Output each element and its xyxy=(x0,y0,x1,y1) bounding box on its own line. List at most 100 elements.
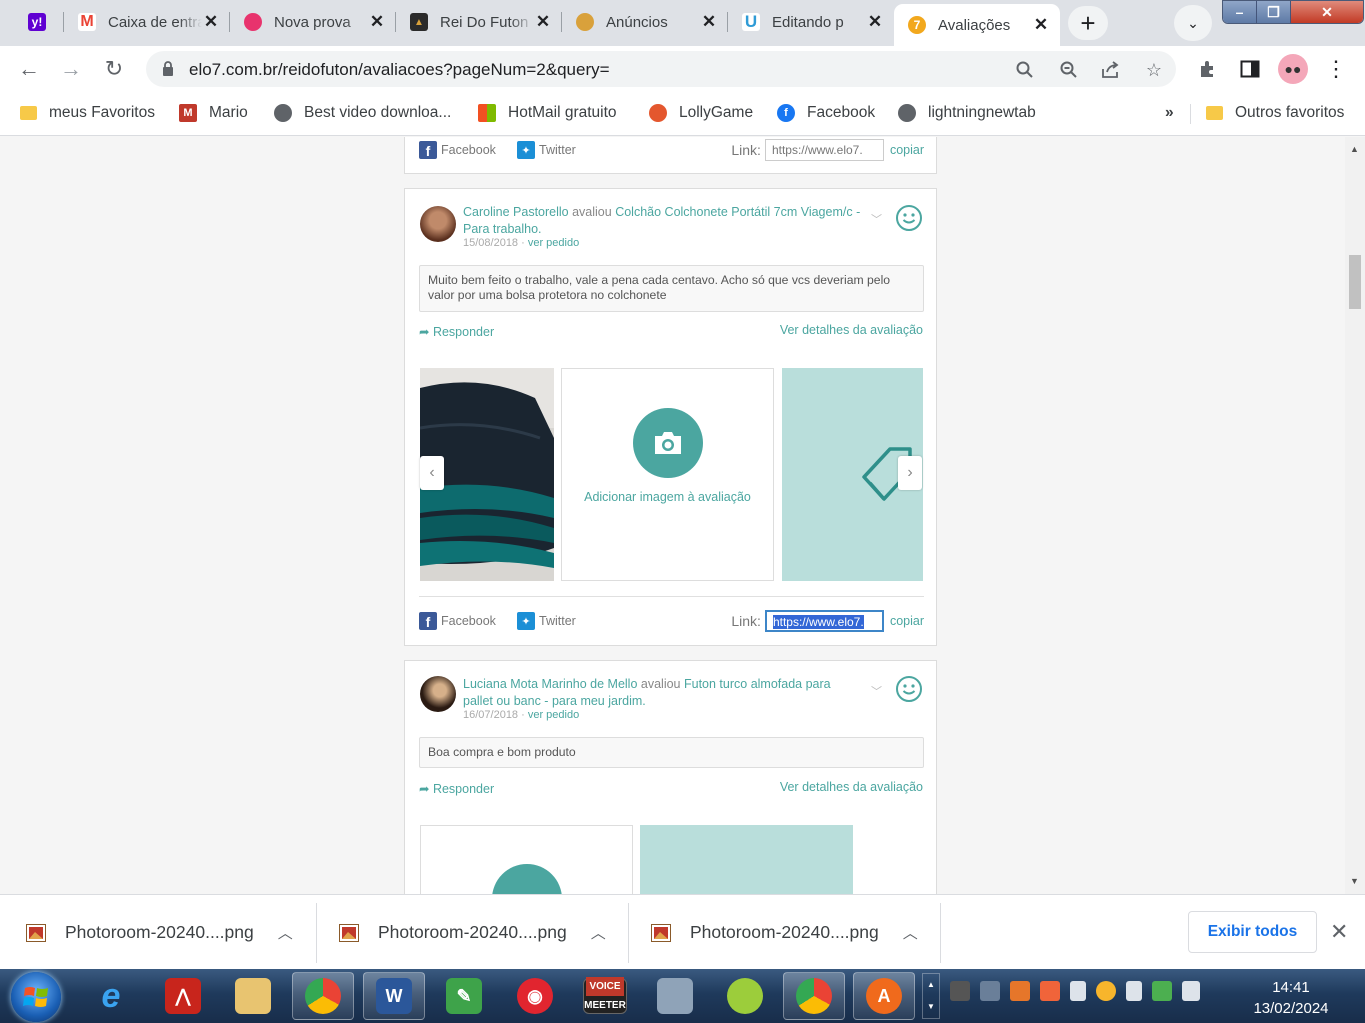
taskbar-voicemeeter[interactable]: VOICE MEETER xyxy=(574,972,636,1020)
extensions-icon[interactable] xyxy=(1193,54,1223,84)
bookmark-outros-favoritos[interactable]: Outros favoritos xyxy=(1206,102,1344,124)
download-item[interactable]: Photoroom-20240....png ︿ xyxy=(651,895,918,970)
reply-button[interactable]: ➦ Responder xyxy=(419,324,494,340)
taskbar-clock[interactable]: 14:41 13/02/2024 xyxy=(1244,977,1338,1019)
zoom-icon[interactable] xyxy=(1056,57,1082,83)
page-scrollbar[interactable]: ▲ ▼ xyxy=(1345,137,1365,894)
taskbar-chrome[interactable] xyxy=(292,972,354,1020)
taskbar-scroll-button[interactable]: ▲ ▼ xyxy=(922,973,940,1019)
reviewer-name[interactable]: Luciana Mota Marinho de Mello xyxy=(463,677,637,691)
close-tab-icon[interactable]: ✕ xyxy=(866,12,884,32)
chevron-down-icon[interactable]: ﹀ xyxy=(871,211,882,227)
tab-nova-prova[interactable]: Nova prova ✕ xyxy=(230,4,396,40)
chevron-down-icon[interactable]: ﹀ xyxy=(871,683,882,699)
tray-volume-icon[interactable] xyxy=(1182,981,1200,1001)
taskbar-acrobat[interactable]: ⋀ xyxy=(152,972,214,1020)
copy-link-button[interactable]: copiar xyxy=(890,614,924,628)
tray-flag-icon[interactable] xyxy=(1126,981,1142,1001)
taskbar-chrome-profile[interactable] xyxy=(783,972,845,1020)
minimize-button[interactable]: – xyxy=(1223,1,1257,23)
tray-network-icon[interactable] xyxy=(980,981,1000,1001)
close-window-button[interactable]: ✕ xyxy=(1291,1,1363,23)
maximize-button[interactable]: ❐ xyxy=(1257,1,1291,23)
bookmark-facebook[interactable]: f Facebook xyxy=(777,102,875,124)
side-panel-icon[interactable] xyxy=(1235,54,1265,84)
share-facebook-link[interactable]: f Facebook xyxy=(419,612,496,630)
share-icon[interactable] xyxy=(1098,57,1124,83)
taskbar-explorer[interactable] xyxy=(222,972,284,1020)
taskbar-ie[interactable]: e xyxy=(80,972,142,1020)
copy-link-button[interactable]: copiar xyxy=(890,143,924,157)
chevron-up-icon[interactable]: ︿ xyxy=(591,922,606,943)
bookmark-lollygame[interactable]: LollyGame xyxy=(649,102,753,124)
tab-editando[interactable]: U Editando p ✕ xyxy=(728,4,894,40)
forward-button[interactable]: → xyxy=(56,54,86,84)
taskbar-avast[interactable]: A xyxy=(853,972,915,1020)
bookmark-best-video[interactable]: Best video downloa... xyxy=(274,102,451,124)
back-button[interactable]: ← xyxy=(14,54,44,84)
show-all-downloads-button[interactable]: Exibir todos xyxy=(1188,911,1317,953)
tray-signal-icon[interactable] xyxy=(1070,981,1086,1001)
photo-placeholder-tile[interactable] xyxy=(640,825,853,894)
scroll-up-arrow[interactable]: ▲ xyxy=(1350,144,1359,154)
close-tab-icon[interactable]: ✕ xyxy=(202,12,220,32)
share-twitter-link[interactable]: ✦ Twitter xyxy=(517,141,576,159)
close-tab-icon[interactable]: ✕ xyxy=(368,12,386,32)
bookmark-lightningnewtab[interactable]: lightningnewtab xyxy=(898,102,1036,124)
taskbar-word[interactable]: W xyxy=(363,972,425,1020)
bookmarks-overflow-button[interactable]: » xyxy=(1165,102,1174,124)
bookmark-hotmail[interactable]: HotMail gratuito xyxy=(478,102,617,124)
taskbar-photos[interactable] xyxy=(644,972,706,1020)
taskbar-lime[interactable] xyxy=(714,972,776,1020)
scrollbar-thumb[interactable] xyxy=(1349,255,1361,309)
lock-icon[interactable] xyxy=(162,61,174,76)
profile-avatar[interactable]: ●● xyxy=(1278,54,1308,84)
add-image-button[interactable]: Adicionar imagem à avaliação xyxy=(561,368,774,581)
review-verb: avaliou xyxy=(572,205,612,219)
add-image-button[interactable] xyxy=(420,825,633,894)
link-field[interactable]: https://www.elo7. xyxy=(764,139,884,161)
bookmark-mario[interactable]: M Mario xyxy=(179,102,248,124)
scroll-down-arrow[interactable]: ▼ xyxy=(1350,876,1359,886)
view-order-link[interactable]: ver pedido xyxy=(528,709,579,721)
download-item[interactable]: Photoroom-20240....png ︿ xyxy=(26,895,293,970)
tab-yahoo[interactable]: y! xyxy=(14,4,64,40)
close-tab-icon[interactable]: ✕ xyxy=(534,12,552,32)
tray-app-icon[interactable] xyxy=(1010,981,1030,1001)
view-details-link[interactable]: Ver detalhes da avaliação xyxy=(780,323,923,337)
bookmark-star-icon[interactable]: ☆ xyxy=(1141,57,1167,83)
tab-rei-do-futon[interactable]: ▲ Rei Do Futon ✕ xyxy=(396,4,562,40)
download-item[interactable]: Photoroom-20240....png ︿ xyxy=(339,895,606,970)
share-twitter-link[interactable]: ✦ Twitter xyxy=(517,612,576,630)
carousel-next-button[interactable]: › xyxy=(898,456,922,490)
taskbar-camera-app[interactable]: ◉ xyxy=(504,972,566,1020)
tray-app-icon[interactable] xyxy=(1040,981,1060,1001)
search-icon[interactable] xyxy=(1012,57,1038,83)
tray-power-icon[interactable] xyxy=(1152,981,1172,1001)
tray-app-icon[interactable] xyxy=(1096,981,1116,1001)
reply-button[interactable]: ➦ Responder xyxy=(419,781,494,797)
new-tab-button[interactable]: + xyxy=(1068,6,1108,40)
tab-search-button[interactable]: ⌄ xyxy=(1174,5,1212,41)
menu-icon[interactable]: ⋮ xyxy=(1321,54,1351,84)
start-button[interactable] xyxy=(11,972,61,1022)
close-downloads-icon[interactable]: ✕ xyxy=(1330,919,1348,945)
view-order-link[interactable]: ver pedido xyxy=(528,237,579,249)
tab-anuncios[interactable]: Anúncios ✕ xyxy=(562,4,728,40)
carousel-prev-button[interactable]: ‹ xyxy=(420,456,444,490)
address-bar[interactable]: elo7.com.br/reidofuton/avaliacoes?pageNu… xyxy=(146,51,1176,87)
tab-avaliacoes[interactable]: 7 Avaliações ✕ xyxy=(894,4,1060,46)
chevron-up-icon[interactable]: ︿ xyxy=(903,922,918,943)
chevron-up-icon[interactable]: ︿ xyxy=(278,922,293,943)
view-details-link[interactable]: Ver detalhes da avaliação xyxy=(780,780,923,794)
bookmark-meus-favoritos[interactable]: meus Favoritos xyxy=(20,102,155,124)
tab-gmail[interactable]: M Caixa de entrada ✕ xyxy=(64,4,230,40)
taskbar-pen-app[interactable]: ✎ xyxy=(433,972,495,1020)
close-tab-icon[interactable]: ✕ xyxy=(1032,15,1050,35)
reviewer-name[interactable]: Caroline Pastorello xyxy=(463,205,569,219)
link-field[interactable]: https://www.elo7. xyxy=(764,610,884,632)
reload-button[interactable]: ↻ xyxy=(99,54,129,84)
tray-ime-icon[interactable] xyxy=(950,981,970,1001)
close-tab-icon[interactable]: ✕ xyxy=(700,12,718,32)
share-facebook-link[interactable]: f Facebook xyxy=(419,141,496,159)
